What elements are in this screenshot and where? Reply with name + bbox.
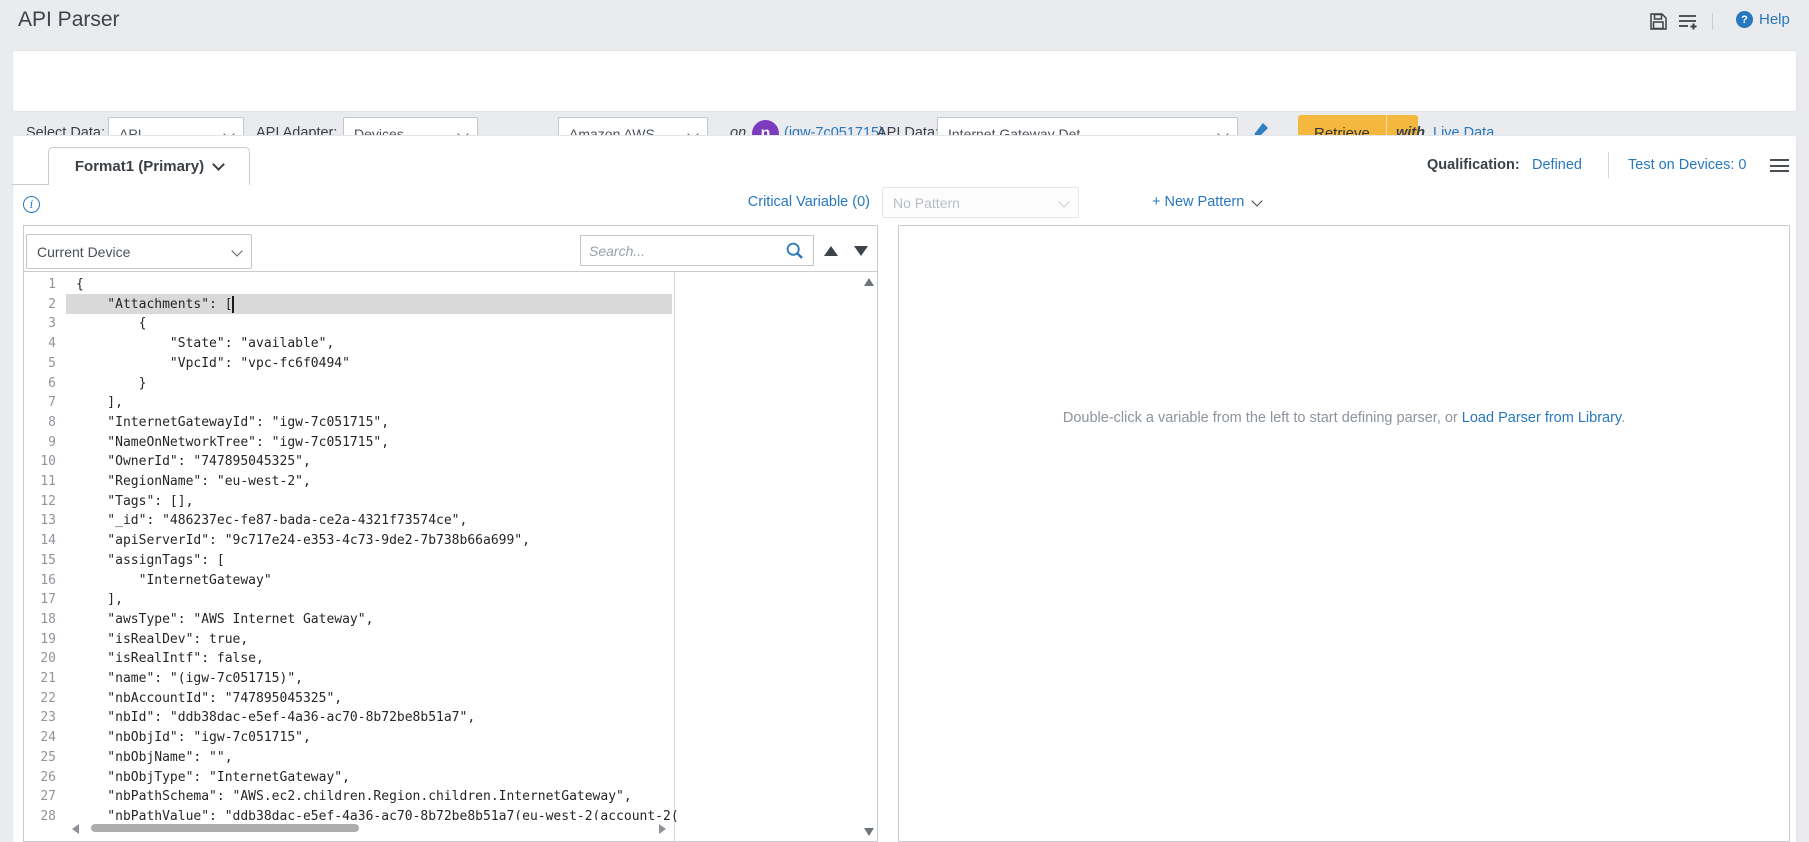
info-icon[interactable]: i [23,196,40,213]
save-icon[interactable] [1648,11,1669,32]
tab-baseline [12,184,49,185]
toolbar: Select Data: API API Adapter: Devices Am… [12,50,1797,112]
load-parser-from-library-link[interactable]: Load Parser from Library [1462,410,1621,426]
code-editor[interactable]: 1 2 3 4 5 6 7 8 9 10 11 12 13 14 15 16 1… [24,271,877,841]
search-box [580,235,814,266]
chevron-down-icon [1058,196,1069,207]
find-previous-button[interactable] [824,246,838,256]
pattern-dropdown-disabled: No Pattern [882,187,1079,218]
tab-format1-primary[interactable]: Format1 (Primary) [48,147,250,185]
qualification-divider [1608,152,1609,178]
page-title: API Parser [18,8,120,32]
new-pattern-button[interactable]: + New Pattern [1152,194,1261,210]
qualification-defined-link[interactable]: Defined [1532,157,1582,173]
horizontal-scroll-thumb[interactable] [91,824,359,832]
qualification-label: Qualification: [1427,157,1520,173]
test-on-devices-link[interactable]: Test on Devices: 0 [1628,157,1746,173]
search-icon[interactable] [785,241,805,261]
sample-data-panel: Current Device 1 2 3 4 5 6 7 8 9 10 11 1… [23,225,878,842]
scroll-down-icon[interactable] [864,828,874,836]
help-label: Help [1759,11,1790,28]
menu-icon[interactable] [1770,159,1789,176]
scroll-right-icon[interactable] [659,824,666,834]
text-cursor [232,296,234,313]
chevron-down-icon [231,245,242,256]
save-as-list-icon[interactable] [1677,11,1699,32]
scroll-up-icon[interactable] [864,278,874,286]
chevron-down-icon [212,158,225,171]
critical-variable-link[interactable]: Critical Variable (0) [620,194,870,210]
chevron-down-icon [1252,195,1263,206]
empty-state-hint: Double-click a variable from the left to… [899,410,1789,426]
header-divider [1712,13,1713,30]
horizontal-scrollbar[interactable] [69,820,669,836]
scroll-left-icon[interactable] [72,824,79,834]
parser-definition-panel: Double-click a variable from the left to… [898,225,1790,842]
search-input[interactable] [589,243,785,259]
help-button[interactable]: ? Help [1736,11,1790,28]
editor-gutter: 1 2 3 4 5 6 7 8 9 10 11 12 13 14 15 16 1… [24,275,66,827]
vertical-scrollbar[interactable] [860,272,877,841]
device-scope-dropdown[interactable]: Current Device [26,234,252,269]
code-content[interactable]: { "Attachments": [ { "State": "available… [76,275,679,827]
find-next-button[interactable] [854,246,868,256]
help-icon: ? [1736,11,1753,28]
